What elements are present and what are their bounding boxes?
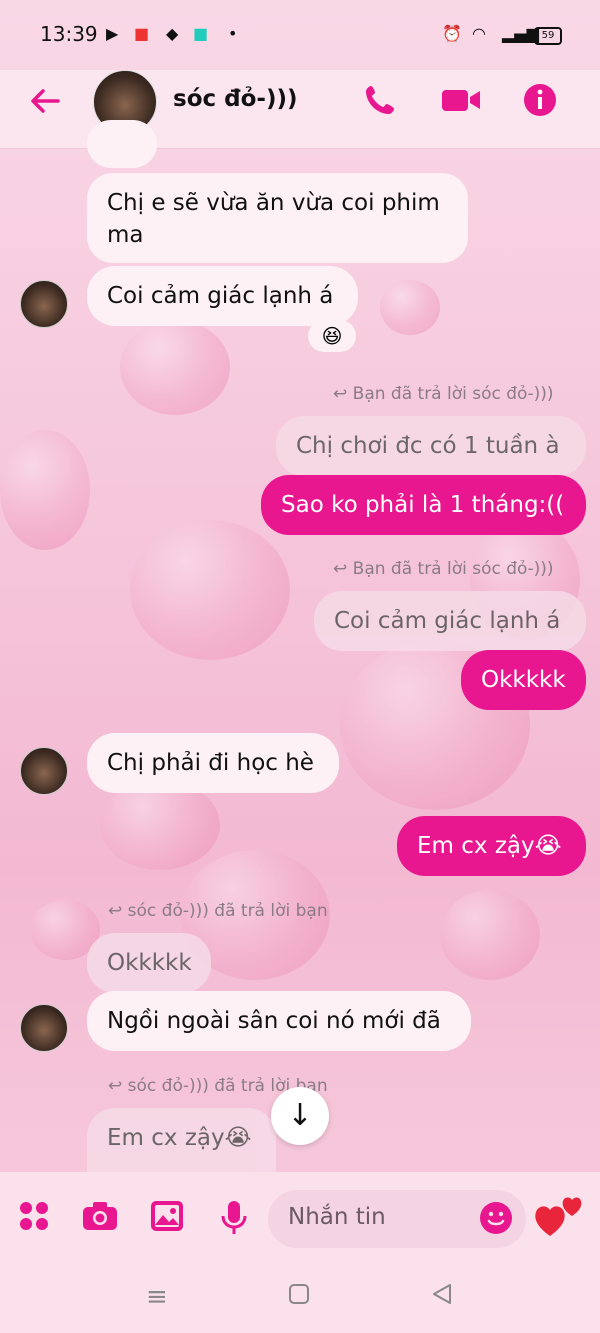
contact-avatar[interactable] xyxy=(20,747,68,795)
image-icon[interactable] xyxy=(150,1200,184,1236)
background-heart-decoration xyxy=(100,780,220,870)
microphone-icon[interactable] xyxy=(220,1200,248,1240)
home-icon[interactable] xyxy=(288,1282,310,1312)
contact-avatar[interactable] xyxy=(20,280,68,328)
background-heart-decoration xyxy=(130,520,290,660)
message-text: Chị phải đi học hè xyxy=(107,750,314,776)
message-text: ma xyxy=(107,222,144,248)
battery-icon: 59 xyxy=(534,27,562,45)
message-composer: Nhắn tin xyxy=(0,1172,600,1264)
wifi-icon: ◠ xyxy=(472,24,486,43)
background-heart-decoration xyxy=(0,430,90,550)
reply-indicator: ↩ Bạn đã trả lời sóc đỏ-))) xyxy=(333,384,554,404)
alarm-icon: ⏰ xyxy=(442,24,462,43)
message-text: Okkkkk xyxy=(107,950,192,976)
scroll-down-icon[interactable]: ↓ xyxy=(271,1087,329,1145)
status-time: 13:39 xyxy=(40,22,98,46)
contact-name[interactable]: sóc đỏ-))) xyxy=(173,86,297,112)
message-text: Em cx zậy😭 xyxy=(417,833,562,859)
heart-icon[interactable] xyxy=(532,1186,588,1246)
message-input[interactable]: Nhắn tin xyxy=(268,1190,526,1248)
recent-apps-icon[interactable]: ≡ xyxy=(146,1282,168,1312)
app-notification-icon: ■ xyxy=(134,24,150,43)
incoming-message[interactable]: Chị phải đi học hè xyxy=(87,733,339,793)
message-reaction[interactable]: 😆 xyxy=(308,320,356,352)
background-heart-decoration xyxy=(120,320,230,415)
message-text: Chị e sẽ vừa ăn vừa coi phim xyxy=(107,190,440,216)
info-icon[interactable] xyxy=(522,82,558,122)
reply-indicator-text: Bạn đã trả lời sóc đỏ-))) xyxy=(352,384,554,404)
message-text: Em cx zậy😭 xyxy=(107,1125,252,1151)
status-bar: 13:39 ▶ ■ ◆ ■ • ⏰ ◠ ▂▄▆ 59 xyxy=(0,0,600,70)
incoming-message[interactable] xyxy=(87,120,157,168)
reply-indicator-text: Bạn đã trả lời sóc đỏ-))) xyxy=(352,559,554,579)
reply-indicator-text: sóc đỏ-))) đã trả lời bạn xyxy=(127,901,328,921)
background-heart-decoration xyxy=(440,890,540,980)
emoji-icon[interactable] xyxy=(480,1202,512,1234)
incoming-message[interactable]: Coi cảm giác lạnh á xyxy=(87,266,358,326)
background-heart-decoration xyxy=(380,280,440,335)
app-notification-icon: ■ xyxy=(193,24,209,43)
contact-avatar[interactable] xyxy=(20,1004,68,1052)
message-text: Sao ko phải là 1 tháng:(( xyxy=(281,492,565,518)
reply-indicator: ↩ Bạn đã trả lời sóc đỏ-))) xyxy=(333,559,554,579)
dot-icon: • xyxy=(228,24,238,43)
message-text: Ngồi ngoài sân coi nó mới đã xyxy=(107,1008,441,1034)
quoted-message[interactable]: Coi cảm giác lạnh á xyxy=(314,591,586,651)
back-arrow-icon[interactable] xyxy=(28,84,62,127)
outgoing-message[interactable]: Sao ko phải là 1 tháng:(( xyxy=(261,475,586,535)
message-text: Coi cảm giác lạnh á xyxy=(107,283,334,309)
incoming-message[interactable]: Chị e sẽ vừa ăn vừa coi phim ma xyxy=(87,173,468,263)
system-navigation-bar: ≡ xyxy=(0,1264,600,1333)
menu-dots-icon[interactable] xyxy=(18,1200,50,1236)
quoted-message[interactable]: Em cx zậy😭 xyxy=(87,1108,276,1172)
message-input-placeholder: Nhắn tin xyxy=(288,1204,386,1230)
back-nav-icon[interactable] xyxy=(430,1282,454,1313)
message-text: Chị chơi đc có 1 tuần à xyxy=(296,433,560,459)
message-text: Coi cảm giác lạnh á xyxy=(334,608,561,634)
video-call-icon[interactable] xyxy=(440,82,482,122)
phone-icon[interactable] xyxy=(362,82,398,122)
reply-indicator: ↩ sóc đỏ-))) đã trả lời bạn xyxy=(108,901,328,921)
outgoing-message[interactable]: Okkkkk xyxy=(461,650,586,710)
message-text: Okkkkk xyxy=(481,667,566,693)
ethereum-icon: ◆ xyxy=(166,24,179,43)
youtube-icon: ▶ xyxy=(106,24,119,43)
incoming-message[interactable]: Ngồi ngoài sân coi nó mới đã xyxy=(87,991,471,1051)
quoted-message[interactable]: Chị chơi đc có 1 tuần à xyxy=(276,416,586,476)
outgoing-message[interactable]: Em cx zậy😭 xyxy=(397,816,586,876)
quoted-message[interactable]: Okkkkk xyxy=(87,933,211,993)
camera-icon[interactable] xyxy=(82,1200,118,1236)
